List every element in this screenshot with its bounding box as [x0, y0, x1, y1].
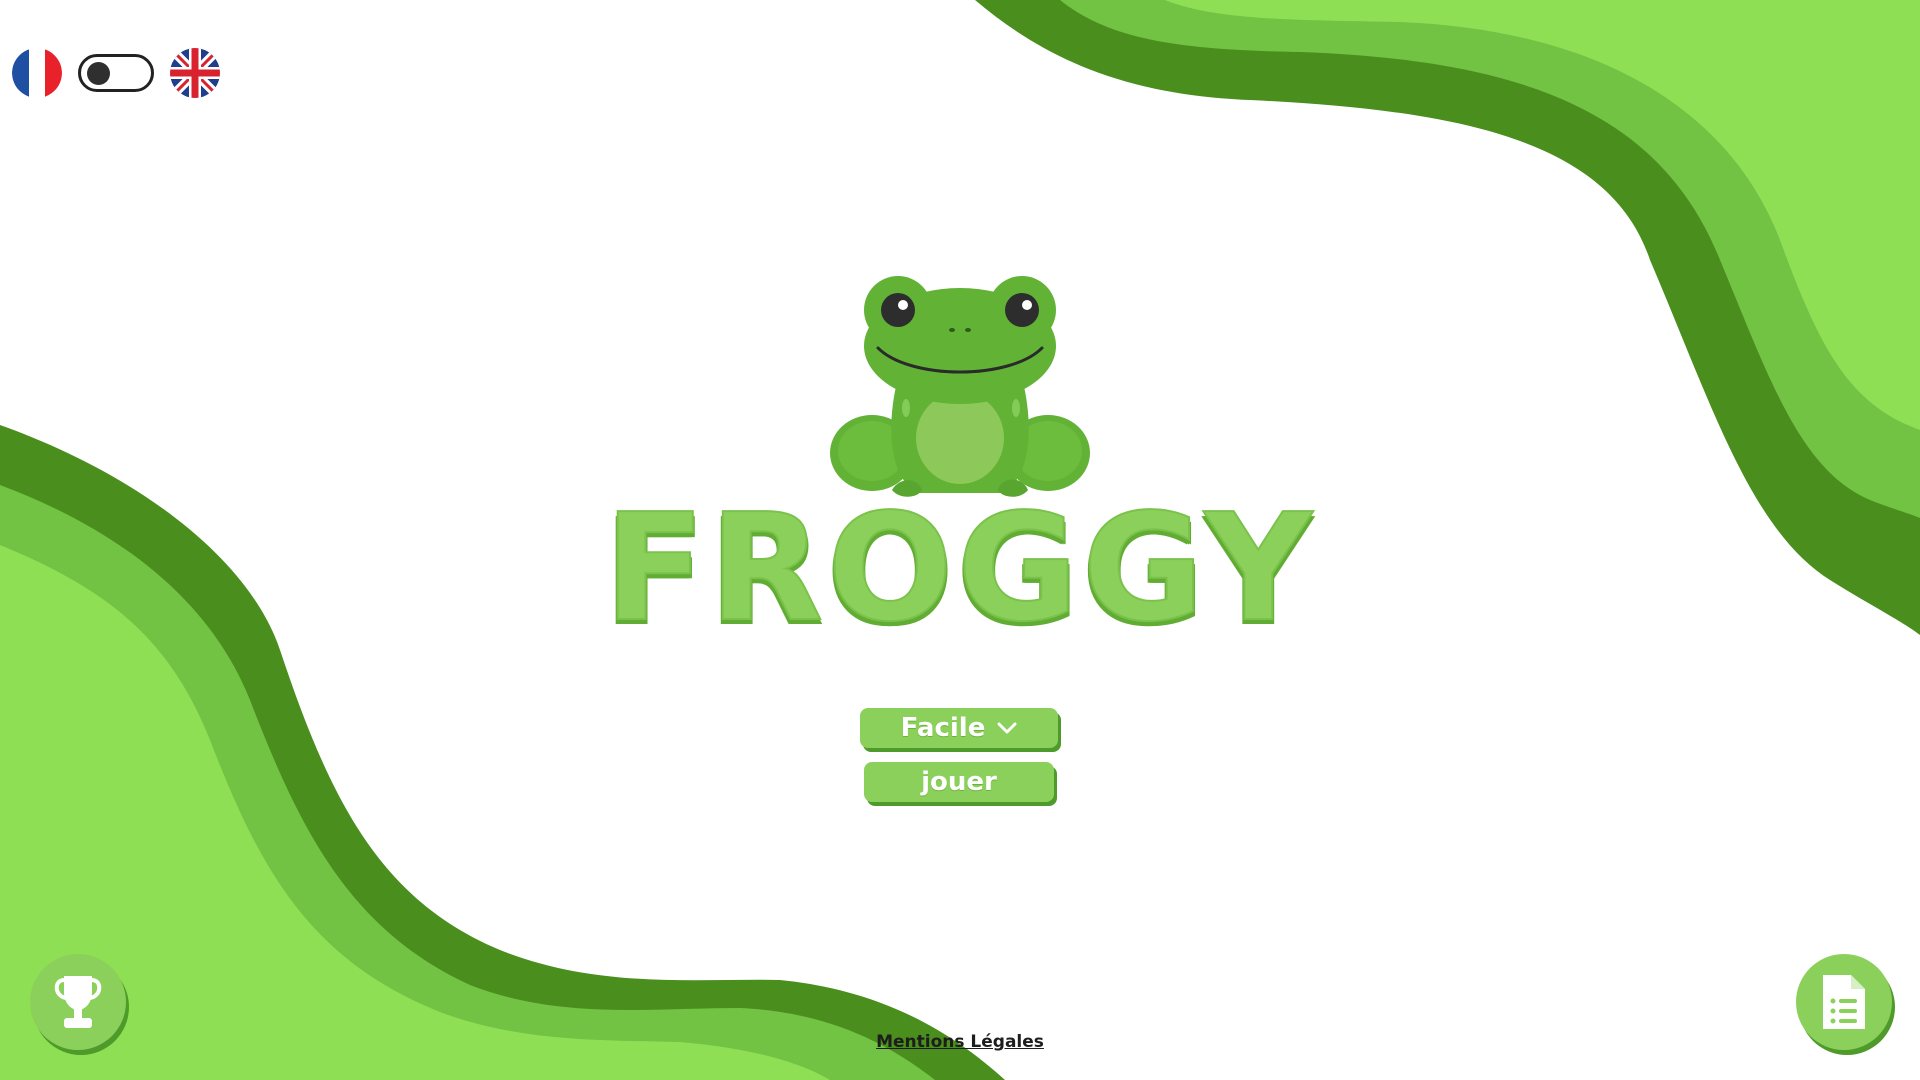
- difficulty-label: Facile: [900, 713, 986, 743]
- french-flag-icon[interactable]: [12, 48, 62, 98]
- toggle-knob: [87, 62, 110, 85]
- play-button[interactable]: jouer: [864, 762, 1054, 802]
- language-toggle[interactable]: [78, 54, 154, 92]
- language-bar: [12, 48, 220, 98]
- game-title: FROGGY: [603, 482, 1316, 654]
- uk-flag-icon[interactable]: [170, 48, 220, 98]
- difficulty-select[interactable]: Facile: [860, 708, 1058, 748]
- document-list-icon: [1823, 975, 1865, 1029]
- legal-link[interactable]: Mentions Légales: [0, 1032, 1920, 1052]
- game-start-screen: FROGGY Facile jouer Mentions Légales: [0, 0, 1920, 1080]
- trophy-icon: [54, 976, 102, 1028]
- chevron-down-icon: [997, 722, 1017, 734]
- frog-mascot: [830, 276, 1090, 497]
